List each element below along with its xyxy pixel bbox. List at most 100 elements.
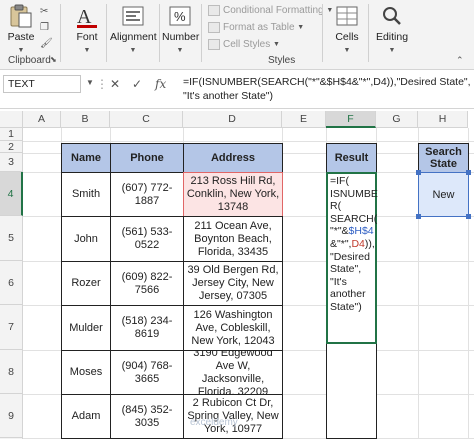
- chevron-down-icon: ▼: [176, 47, 184, 54]
- format-painter-icon[interactable]: 🖌: [40, 38, 53, 49]
- chevron-down-icon[interactable]: ▼: [86, 78, 94, 87]
- cell-name[interactable]: Adam: [61, 394, 111, 439]
- formula-input[interactable]: =IF(ISNUMBER(SEARCH("*"&$H$4&"*",D4)),"D…: [183, 75, 471, 103]
- percent-icon: %: [169, 6, 191, 26]
- row-header-1[interactable]: 1: [0, 128, 23, 141]
- font-button[interactable]: A Font ▼: [70, 4, 104, 55]
- column-header-c[interactable]: C: [110, 111, 183, 128]
- header-result[interactable]: Result: [326, 143, 377, 173]
- alignment-button[interactable]: Alignment ▼: [110, 4, 157, 55]
- formula-line: "It's: [330, 275, 347, 288]
- cells-button[interactable]: Cells ▼: [330, 4, 364, 55]
- cancel-icon[interactable]: ✕: [110, 77, 120, 91]
- cell-styles-button[interactable]: Cell Styles ▼: [208, 39, 280, 50]
- column-header-g[interactable]: G: [376, 111, 418, 128]
- chevron-down-icon: ▼: [388, 47, 396, 54]
- cell-address[interactable]: 3190 Edgewood Ave W, Jacksonville, Flori…: [183, 350, 283, 395]
- formula-reference-h4: $H$4: [348, 225, 374, 238]
- editing-button[interactable]: Editing ▼: [372, 4, 412, 55]
- ribbon-separator: [106, 4, 107, 62]
- column-header-f[interactable]: F: [326, 111, 376, 128]
- formula-text: "*"&: [330, 225, 349, 238]
- name-box[interactable]: TEXT: [3, 75, 81, 93]
- cell-name[interactable]: Mulder: [61, 305, 111, 351]
- column-header-a[interactable]: A: [23, 111, 61, 128]
- cut-icon[interactable]: ✂: [40, 6, 48, 17]
- cell-phone[interactable]: (561) 533-0522: [110, 216, 184, 262]
- ribbon: Paste ▼ ✂ ❐ 🖌 Clipboard ⬊ A Font ▼ Align…: [0, 0, 474, 70]
- ribbon-separator: [368, 4, 369, 62]
- header-search-state[interactable]: Search State: [418, 143, 469, 173]
- collapse-ribbon-icon[interactable]: ⌃: [456, 55, 464, 66]
- header-phone[interactable]: Phone: [110, 143, 184, 173]
- cell-phone[interactable]: (845) 352-3035: [110, 394, 184, 439]
- chevron-down-icon: ▼: [83, 47, 91, 54]
- search-icon: [383, 7, 401, 25]
- formula-line: SEARCH(: [330, 212, 378, 225]
- row-header-4[interactable]: 4: [0, 172, 23, 216]
- row-header-2[interactable]: 2: [0, 141, 23, 153]
- row-header-3[interactable]: 3: [0, 153, 23, 172]
- cell-name[interactable]: John: [61, 216, 111, 262]
- formula-line: &"*",D4)),: [330, 237, 375, 251]
- cell-name[interactable]: Moses: [61, 350, 111, 395]
- row-header-8[interactable]: 8: [0, 350, 23, 394]
- cell-address[interactable]: 211 Ocean Ave, Boynton Beach, Florida, 3…: [183, 216, 283, 262]
- cell-phone[interactable]: (607) 772-1887: [110, 172, 184, 217]
- result-cell-editing[interactable]: =IF( ISNUMBE R( SEARCH( "*"&$H$4 &"*",D4…: [326, 172, 378, 344]
- cell-styles-label: Cell Styles: [223, 39, 271, 50]
- copy-icon[interactable]: ❐: [40, 22, 49, 33]
- header-address[interactable]: Address: [183, 143, 283, 173]
- conditional-formatting-label: Conditional Formatting: [223, 5, 324, 16]
- cell-phone[interactable]: (904) 768-3665: [110, 350, 184, 395]
- ribbon-separator: [322, 4, 323, 62]
- column-header-e[interactable]: E: [282, 111, 326, 128]
- column-header-h[interactable]: H: [418, 111, 468, 128]
- number-button[interactable]: % Number ▼: [162, 4, 200, 55]
- cells-label: Cells: [335, 31, 359, 43]
- gridline: [23, 141, 474, 142]
- cell-styles-icon: [208, 39, 220, 50]
- chevron-down-icon: ▼: [17, 47, 25, 54]
- insert-function-icon[interactable]: fx: [155, 77, 166, 91]
- row-header-5[interactable]: 5: [0, 216, 23, 261]
- chevron-down-icon: ▼: [129, 47, 137, 54]
- cell-address[interactable]: 126 Washington Ave, Cobleskill, New York…: [183, 305, 283, 351]
- column-header-d[interactable]: D: [183, 111, 282, 128]
- search-state-value[interactable]: New: [418, 172, 469, 217]
- paste-button[interactable]: Paste ▼: [6, 4, 36, 55]
- range-handle[interactable]: [466, 214, 471, 219]
- alignment-label: Alignment: [110, 31, 157, 43]
- column-header-b[interactable]: B: [61, 111, 110, 128]
- watermark: exceldemy: [190, 417, 238, 428]
- range-handle[interactable]: [416, 214, 421, 219]
- select-all-corner[interactable]: [0, 111, 23, 128]
- cell-name[interactable]: Smith: [61, 172, 111, 217]
- cell-phone[interactable]: (609) 822-7566: [110, 261, 184, 306]
- formula-bar: TEXT ▼ ⋮ ✕ ✓ fx =IF(ISNUMBER(SEARCH("*"&…: [0, 71, 474, 109]
- formula-line: State",: [330, 263, 362, 276]
- range-handle[interactable]: [416, 170, 421, 175]
- header-name[interactable]: Name: [61, 143, 111, 173]
- cell-address[interactable]: 39 Old Bergen Rd, Jersey City, New Jerse…: [183, 261, 283, 306]
- cell-address[interactable]: 213 Ross Hill Rd, Conklin, New York, 137…: [183, 172, 283, 217]
- row-header-6[interactable]: 6: [0, 261, 23, 305]
- font-label: Font: [76, 31, 98, 43]
- formula-line: "*"&$H$4: [330, 225, 374, 238]
- row-header-9[interactable]: 9: [0, 394, 23, 438]
- worksheet-grid: A B C D E F G H 1 2 3 4 5 6 7 8 9 10 Nam…: [0, 111, 474, 439]
- format-as-table-button[interactable]: Format as Table ▼: [208, 22, 304, 33]
- formula-line: ISNUMBE: [330, 187, 378, 200]
- enter-icon[interactable]: ✓: [132, 77, 142, 91]
- dialog-launcher-icon[interactable]: ⬊: [50, 55, 57, 64]
- svg-text:%: %: [174, 9, 186, 24]
- row-header-7[interactable]: 7: [0, 305, 23, 350]
- range-handle[interactable]: [466, 170, 471, 175]
- format-as-table-label: Format as Table: [223, 22, 295, 33]
- formula-text: &"*",: [330, 237, 352, 250]
- number-label: Number: [162, 31, 200, 43]
- conditional-formatting-button[interactable]: Conditional Formatting ▼: [208, 5, 333, 16]
- editing-label: Editing: [375, 31, 409, 43]
- cell-name[interactable]: Rozer: [61, 261, 111, 306]
- cell-phone[interactable]: (518) 234-8619: [110, 305, 184, 351]
